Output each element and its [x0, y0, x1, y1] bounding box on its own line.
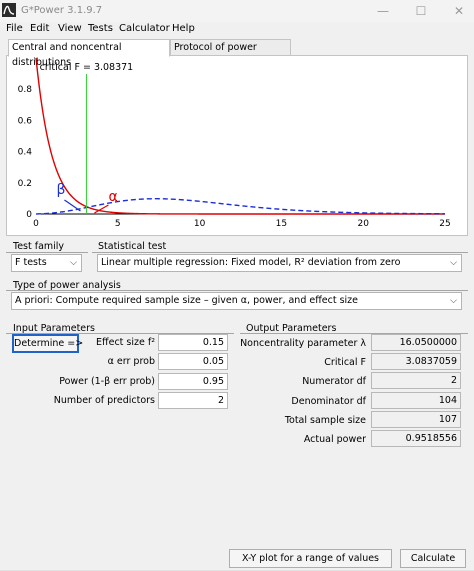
divider [6, 290, 468, 291]
total-sample-size-label: Total sample size [284, 415, 366, 426]
critical-f-output: 3.0837059 [371, 353, 461, 370]
central-f-curve [35, 57, 445, 215]
y-tick-label: 0.2 [18, 179, 32, 189]
tab-protocol[interactable]: Protocol of power analyses [170, 39, 291, 68]
denominator-df-output: 104 [371, 392, 461, 409]
title-bar: G*Power 3.1.9.7 — ☐ ✕ [0, 0, 474, 22]
total-sample-size-output: 107 [371, 411, 461, 428]
divider [6, 252, 88, 253]
close-button[interactable]: ✕ [436, 0, 474, 22]
alpha-label: α [108, 189, 117, 205]
chevron-down-icon: ⌵ [450, 296, 457, 306]
critical-f-label-text: Critical F [324, 357, 366, 368]
test-family-select[interactable]: F tests ⌵ [11, 254, 82, 272]
power-type-value: A priori: Compute required sample size –… [15, 295, 359, 306]
x-tick-label: 25 [439, 219, 450, 229]
y-tick-label: 0.4 [18, 148, 33, 158]
power-type-select[interactable]: A priori: Compute required sample size –… [11, 292, 462, 310]
predictors-input[interactable]: 2 [158, 392, 228, 409]
x-tick-label: 0 [33, 219, 39, 229]
menu-view[interactable]: View [58, 22, 82, 35]
x-tick-label: 15 [276, 219, 287, 229]
effect-size-input[interactable]: 0.15 [158, 334, 228, 351]
alpha-label-text: α err prob [107, 356, 155, 367]
power-label: Power (1-β err prob) [59, 376, 155, 387]
chevron-down-icon: ⌵ [70, 258, 77, 268]
beta-label: β [56, 182, 65, 198]
gpower-app-icon [2, 3, 16, 17]
test-family-value: F tests [15, 257, 47, 268]
menu-tests[interactable]: Tests [88, 22, 113, 35]
numerator-df-label: Numerator df [302, 376, 366, 387]
actual-power-label: Actual power [303, 434, 366, 445]
y-tick-label: 0 [26, 210, 32, 220]
test-family-label: Test family [13, 241, 65, 252]
actual-power-output: 0.9518556 [371, 430, 461, 447]
tab-distributions[interactable]: Central and noncentral distributions [8, 39, 170, 68]
noncentrality-label: Noncentrality parameter λ [240, 338, 366, 349]
power-input[interactable]: 0.95 [158, 373, 228, 390]
effect-size-label: Effect size f² [96, 337, 155, 348]
x-tick-label: 10 [194, 219, 206, 229]
menu-calculator[interactable]: Calculator [119, 22, 170, 35]
xy-plot-button[interactable]: X-Y plot for a range of values [229, 549, 392, 568]
x-tick-label: 20 [357, 219, 369, 229]
calculate-button[interactable]: Calculate [400, 549, 466, 568]
menu-edit[interactable]: Edit [30, 22, 49, 35]
numerator-df-output: 2 [371, 372, 461, 389]
noncentrality-output: 16.0500000 [371, 334, 461, 351]
menu-help[interactable]: Help [172, 22, 195, 35]
denominator-df-label: Denominator df [291, 396, 366, 407]
divider [92, 252, 468, 253]
determine-button[interactable]: Determine => [12, 334, 83, 353]
y-tick-label: 0.6 [18, 116, 33, 126]
menu-bar: File Edit View Tests Calculator Help [0, 22, 474, 36]
x-tick-label: 5 [115, 219, 121, 229]
menu-file[interactable]: File [6, 22, 23, 35]
statistical-test-select[interactable]: Linear multiple regression: Fixed model,… [97, 254, 462, 272]
alpha-input[interactable]: 0.05 [158, 353, 228, 370]
statistical-test-label: Statistical test [98, 241, 167, 252]
distribution-plot: 00.20.40.60.8 0 5 10 15 20 25 critical F = 3.… [18, 57, 451, 229]
window-title: G*Power 3.1.9.7 [21, 5, 103, 16]
chevron-down-icon: ⌵ [450, 258, 457, 268]
predictors-label: Number of predictors [53, 395, 155, 406]
statistical-test-value: Linear multiple regression: Fixed model,… [101, 257, 401, 268]
y-tick-label: 0.8 [18, 85, 33, 95]
